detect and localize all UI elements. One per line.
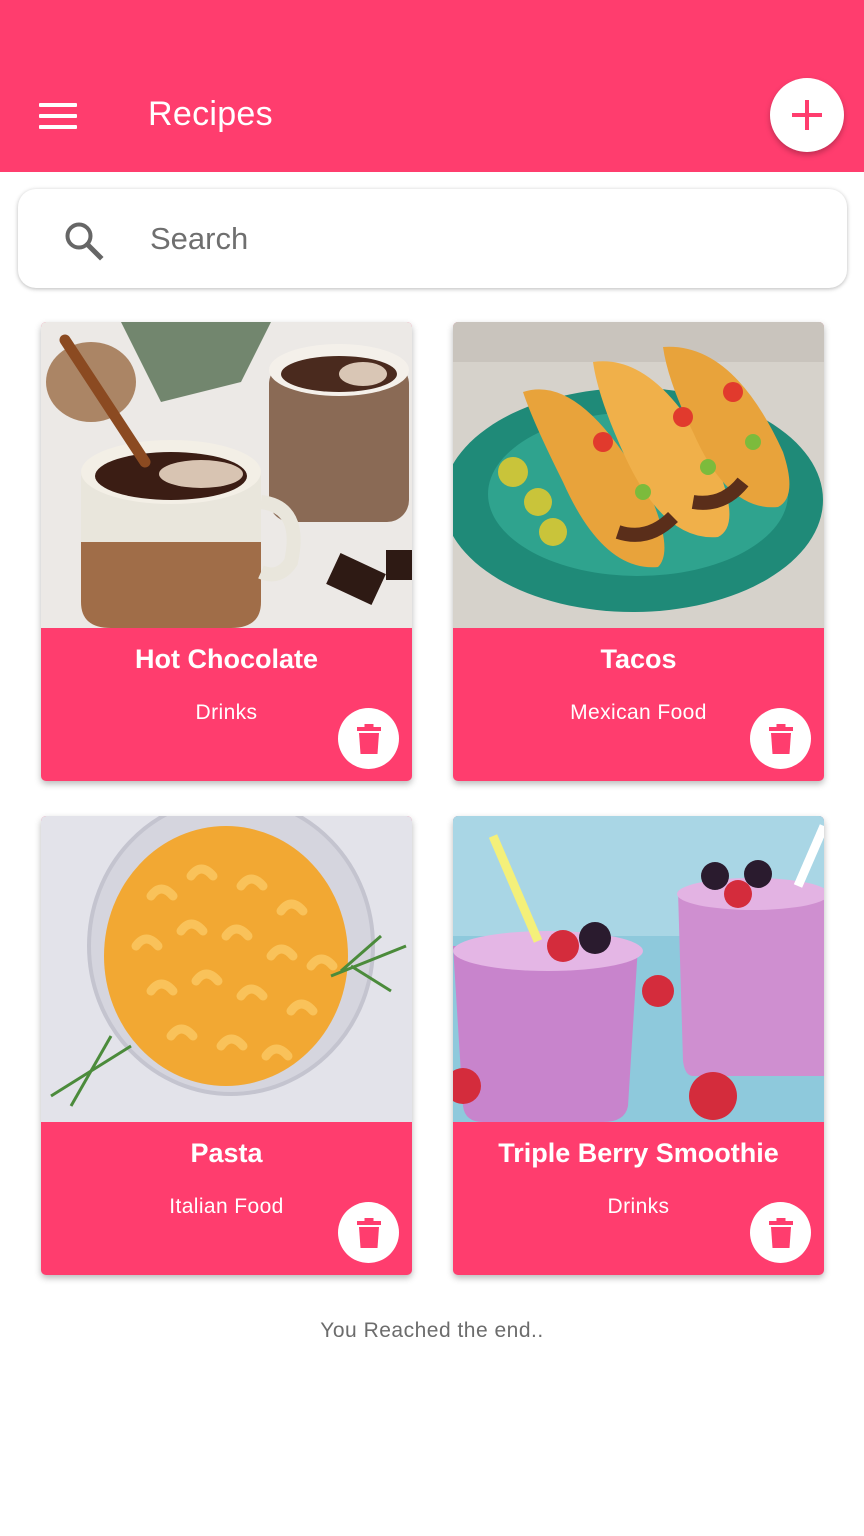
app-bar: Recipes: [0, 0, 864, 172]
delete-button[interactable]: [750, 708, 811, 769]
delete-button[interactable]: [750, 1202, 811, 1263]
recipe-title: Triple Berry Smoothie: [498, 1138, 779, 1168]
recipe-card-pasta[interactable]: Pasta Italian Food: [41, 816, 412, 1275]
smoothie-photo: [453, 816, 824, 1122]
recipe-title: Tacos: [600, 644, 677, 674]
trash-icon: [356, 1217, 381, 1248]
search-bar: [18, 189, 847, 288]
end-of-list-message: You Reached the end..: [320, 1319, 544, 1342]
search-icon: [65, 222, 104, 261]
add-recipe-button[interactable]: [770, 78, 844, 152]
trash-icon: [356, 723, 381, 754]
delete-button[interactable]: [338, 1202, 399, 1263]
plus-icon: [792, 100, 822, 130]
recipe-card-tacos[interactable]: Tacos Mexican Food: [453, 322, 824, 781]
recipe-title: Hot Chocolate: [134, 644, 318, 674]
menu-button[interactable]: [26, 92, 90, 140]
hamburger-menu-icon: [39, 103, 77, 129]
pasta-photo: [41, 816, 412, 1122]
hot-chocolate-photo: [41, 322, 412, 628]
recipe-title: Pasta: [190, 1138, 263, 1168]
recipe-card-triple-berry-smoothie[interactable]: Triple Berry Smoothie Drinks: [453, 816, 824, 1275]
trash-icon: [768, 1217, 793, 1248]
trash-icon: [768, 723, 793, 754]
delete-button[interactable]: [338, 708, 399, 769]
recipe-card-hot-chocolate[interactable]: Hot Chocolate Drinks: [41, 322, 412, 781]
page-title: Recipes: [148, 95, 273, 133]
search-input[interactable]: [130, 209, 820, 269]
tacos-photo: [453, 322, 824, 628]
